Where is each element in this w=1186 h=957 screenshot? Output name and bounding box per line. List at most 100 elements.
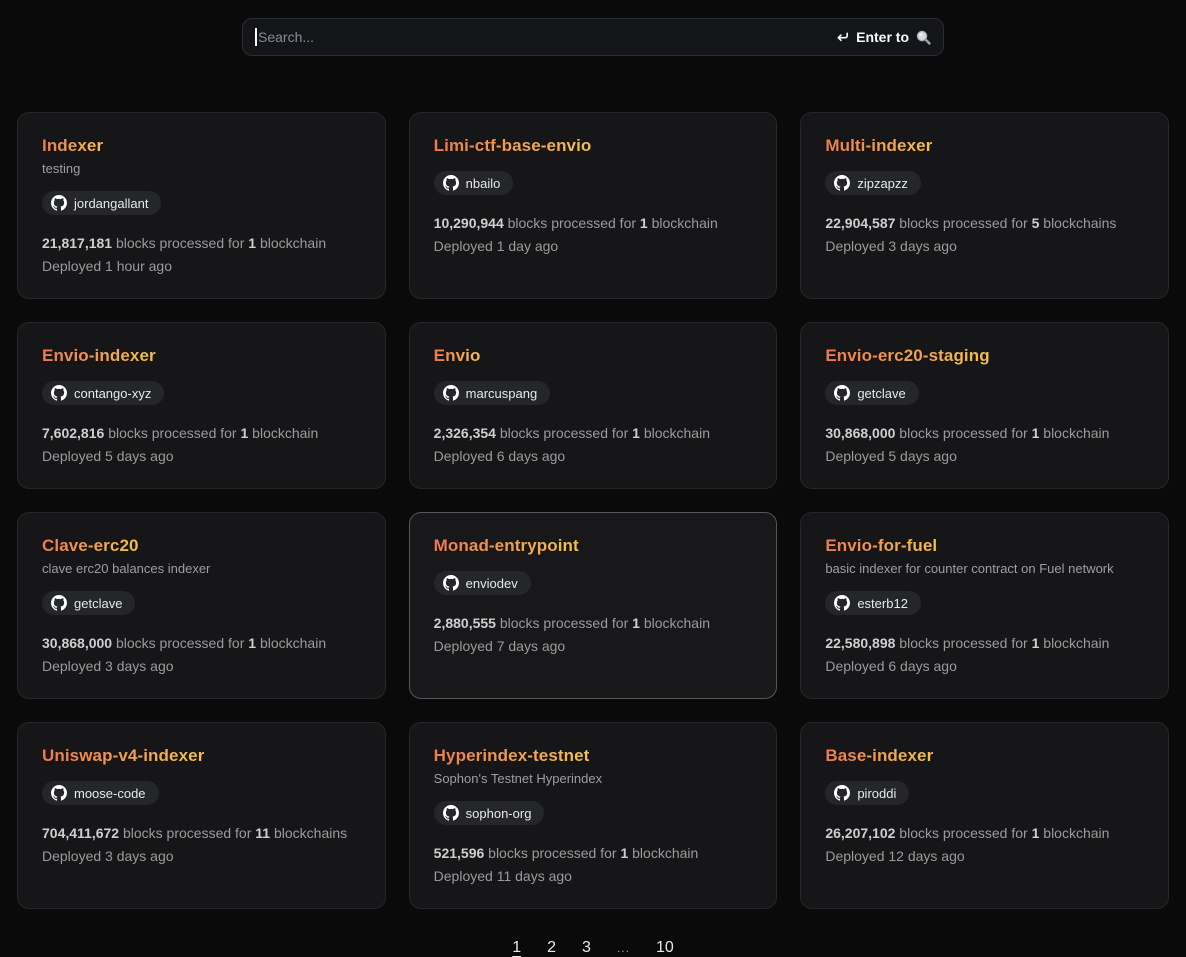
indexer-card[interactable]: Clave-erc20 clave erc20 balances indexer… (17, 512, 386, 699)
pagination-page[interactable]: 2 (547, 939, 556, 957)
stats-suffix: blockchains (1043, 215, 1116, 231)
chains-count: 1 (640, 215, 648, 231)
indexer-card[interactable]: Indexer testing jordangallant 21,817,181… (17, 112, 386, 299)
stats-text: blocks processed for (123, 825, 251, 841)
github-owner-name: getclave (74, 596, 122, 611)
github-icon (443, 805, 459, 821)
blocks-count: 10,290,944 (434, 215, 504, 231)
github-owner-badge[interactable]: piroddi (825, 781, 909, 805)
github-owner-badge[interactable]: contango-xyz (42, 381, 164, 405)
stats-text: blocks processed for (899, 425, 1027, 441)
github-owner-badge[interactable]: moose-code (42, 781, 159, 805)
stats-text: blocks processed for (116, 235, 244, 251)
card-title: Envio-erc20-staging (825, 346, 989, 366)
github-owner-badge[interactable]: zipzapzz (825, 171, 921, 195)
blocks-stats: 2,326,354 blocks processed for 1 blockch… (434, 425, 753, 441)
deployed-timestamp: Deployed 1 hour ago (42, 258, 361, 274)
stats-suffix: blockchain (1043, 635, 1109, 651)
deployed-timestamp: Deployed 3 days ago (42, 848, 361, 864)
card-title: Envio (434, 346, 481, 366)
blocks-count: 7,602,816 (42, 425, 104, 441)
stats-text: blocks processed for (508, 215, 636, 231)
blocks-stats: 7,602,816 blocks processed for 1 blockch… (42, 425, 361, 441)
indexer-card[interactable]: Hyperindex-testnet Sophon's Testnet Hype… (409, 722, 778, 909)
pagination-page[interactable]: 10 (656, 939, 674, 957)
chains-count: 1 (1032, 635, 1040, 651)
stats-text: blocks processed for (500, 615, 628, 631)
deployed-timestamp: Deployed 12 days ago (825, 848, 1144, 864)
github-icon (443, 175, 459, 191)
chains-count: 11 (255, 825, 270, 841)
indexer-card[interactable]: Monad-entrypoint enviodev 2,880,555 bloc… (409, 512, 778, 699)
deployed-timestamp: Deployed 3 days ago (825, 238, 1144, 254)
github-owner-badge[interactable]: sophon-org (434, 801, 545, 825)
github-owner-badge[interactable]: getclave (825, 381, 918, 405)
github-icon (51, 195, 67, 211)
stats-suffix: blockchain (1043, 825, 1109, 841)
indexer-card[interactable]: Limi-ctf-base-envio nbailo 10,290,944 bl… (409, 112, 778, 299)
stats-text: blocks processed for (116, 635, 244, 651)
deployed-timestamp: Deployed 7 days ago (434, 638, 753, 654)
blocks-count: 2,880,555 (434, 615, 496, 631)
indexer-card[interactable]: Envio marcuspang 2,326,354 blocks proces… (409, 322, 778, 489)
stats-text: blocks processed for (500, 425, 628, 441)
stats-text: blocks processed for (899, 825, 1027, 841)
card-title: Clave-erc20 (42, 536, 139, 556)
stats-suffix: blockchain (644, 615, 710, 631)
blocks-stats: 22,580,898 blocks processed for 1 blockc… (825, 635, 1144, 651)
deployed-timestamp: Deployed 6 days ago (825, 658, 1144, 674)
github-owner-badge[interactable]: enviodev (434, 571, 531, 595)
blocks-stats: 21,817,181 blocks processed for 1 blockc… (42, 235, 361, 251)
github-owner-badge[interactable]: marcuspang (434, 381, 551, 405)
search-input[interactable] (242, 18, 944, 56)
github-icon (443, 385, 459, 401)
indexer-card[interactable]: Multi-indexer zipzapzz 22,904,587 blocks… (800, 112, 1169, 299)
github-owner-name: marcuspang (466, 386, 538, 401)
indexer-card[interactable]: Envio-for-fuel basic indexer for counter… (800, 512, 1169, 699)
card-subtitle: basic indexer for counter contract on Fu… (825, 561, 1144, 576)
github-icon (51, 385, 67, 401)
github-owner-badge[interactable]: nbailo (434, 171, 514, 195)
card-title: Envio-for-fuel (825, 536, 937, 556)
indexer-card[interactable]: Base-indexer piroddi 26,207,102 blocks p… (800, 722, 1169, 909)
deployed-timestamp: Deployed 5 days ago (825, 448, 1144, 464)
stats-suffix: blockchain (260, 635, 326, 651)
github-owner-badge[interactable]: getclave (42, 591, 135, 615)
card-title: Hyperindex-testnet (434, 746, 590, 766)
github-icon (51, 785, 67, 801)
blocks-stats: 26,207,102 blocks processed for 1 blockc… (825, 825, 1144, 841)
deployed-timestamp: Deployed 6 days ago (434, 448, 753, 464)
github-owner-name: enviodev (466, 576, 518, 591)
card-title: Uniswap-v4-indexer (42, 746, 204, 766)
github-owner-name: sophon-org (466, 806, 532, 821)
blocks-count: 22,904,587 (825, 215, 895, 231)
indexer-card[interactable]: Envio-erc20-staging getclave 30,868,000 … (800, 322, 1169, 489)
github-owner-name: piroddi (857, 786, 896, 801)
blocks-stats: 704,411,672 blocks processed for 11 bloc… (42, 825, 361, 841)
deployed-timestamp: Deployed 11 days ago (434, 868, 753, 884)
blocks-count: 704,411,672 (42, 825, 119, 841)
blocks-count: 2,326,354 (434, 425, 496, 441)
github-owner-badge[interactable]: esterb12 (825, 591, 921, 615)
stats-text: blocks processed for (108, 425, 236, 441)
chains-count: 1 (632, 615, 640, 631)
stats-suffix: blockchain (1043, 425, 1109, 441)
github-owner-badge[interactable]: jordangallant (42, 191, 161, 215)
github-owner-name: esterb12 (857, 596, 908, 611)
stats-suffix: blockchain (632, 845, 698, 861)
stats-suffix: blockchain (644, 425, 710, 441)
indexer-card[interactable]: Uniswap-v4-indexer moose-code 704,411,67… (17, 722, 386, 909)
card-title: Indexer (42, 136, 103, 156)
blocks-count: 521,596 (434, 845, 485, 861)
pagination-page[interactable]: 1 (512, 939, 521, 957)
cards-grid: Indexer testing jordangallant 21,817,181… (17, 112, 1169, 909)
card-title: Limi-ctf-base-envio (434, 136, 592, 156)
card-title: Multi-indexer (825, 136, 932, 156)
stats-suffix: blockchain (260, 235, 326, 251)
github-icon (834, 175, 850, 191)
github-owner-name: zipzapzz (857, 176, 908, 191)
indexer-card[interactable]: Envio-indexer contango-xyz 7,602,816 blo… (17, 322, 386, 489)
chains-count: 1 (620, 845, 628, 861)
pagination-page[interactable]: 3 (582, 939, 591, 957)
card-subtitle: Sophon's Testnet Hyperindex (434, 771, 753, 786)
